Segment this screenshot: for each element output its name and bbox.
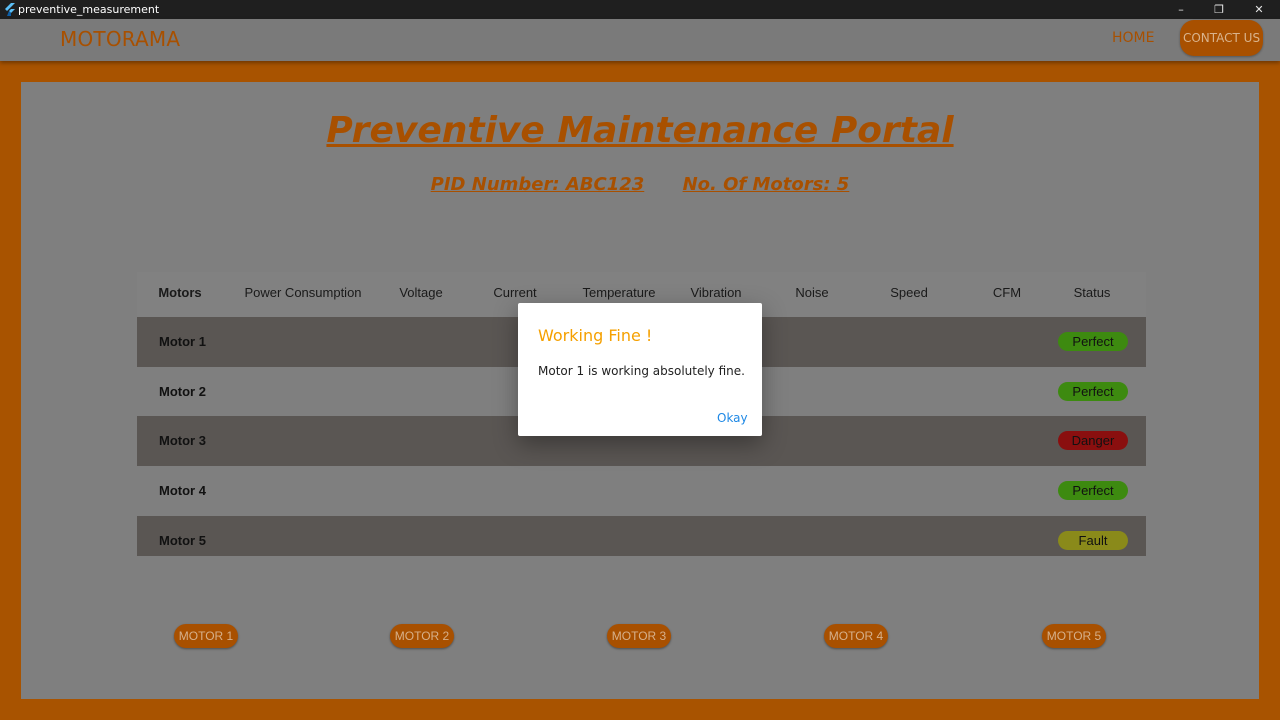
window-title: preventive_measurement — [18, 3, 160, 16]
motor-4-button[interactable]: MOTOR 4 — [824, 624, 888, 648]
motor-1-button[interactable]: MOTOR 1 — [174, 624, 238, 648]
brand-logo-text: MOTORAMA — [60, 27, 181, 51]
close-icon[interactable]: ✕ — [1240, 0, 1278, 19]
motor-name: Motor 1 — [159, 334, 206, 349]
dialog-message: Motor 1 is working absolutely fine. — [538, 364, 745, 378]
okay-button[interactable]: Okay — [717, 411, 748, 425]
table-row[interactable]: Motor 5 Fault — [137, 516, 1146, 556]
dialog-title: Working Fine ! — [538, 326, 653, 345]
motor-5-button[interactable]: MOTOR 5 — [1042, 624, 1106, 648]
header-cfm: CFM — [992, 285, 1022, 300]
status-dialog: Working Fine ! Motor 1 is working absolu… — [518, 303, 762, 436]
motor-name: Motor 2 — [159, 384, 206, 399]
header-speed: Speed — [890, 285, 928, 300]
header-motors: Motors — [158, 285, 202, 300]
status-badge: Perfect — [1058, 332, 1128, 351]
minimize-icon[interactable]: – — [1162, 0, 1200, 19]
motor-name: Motor 5 — [159, 533, 206, 548]
app-bar: MOTORAMA HOME CONTACT US — [0, 19, 1280, 61]
flutter-logo-icon — [5, 3, 15, 16]
nav-home-link[interactable]: HOME — [1112, 30, 1154, 46]
status-badge: Perfect — [1058, 481, 1128, 500]
restore-icon[interactable]: ❐ — [1200, 0, 1238, 19]
window-titlebar: preventive_measurement – ❐ ✕ — [0, 0, 1280, 19]
header-voltage: Voltage — [399, 285, 443, 300]
motor-3-button[interactable]: MOTOR 3 — [607, 624, 671, 648]
status-badge: Fault — [1058, 531, 1128, 550]
header-noise: Noise — [795, 285, 829, 300]
motor-name: Motor 4 — [159, 483, 206, 498]
page-subheading: PID Number: ABC123 No. Of Motors: 5 — [21, 174, 1259, 195]
motor-2-button[interactable]: MOTOR 2 — [390, 624, 454, 648]
pid-number: PID Number: ABC123 — [430, 174, 645, 195]
contact-us-button[interactable]: CONTACT US — [1180, 20, 1263, 56]
header-power-consumption: Power Consumption — [244, 285, 362, 300]
motor-name: Motor 3 — [159, 433, 206, 448]
page-title: Preventive Maintenance Portal — [326, 110, 954, 151]
status-badge: Perfect — [1058, 382, 1128, 401]
table-row[interactable]: Motor 4 Perfect — [137, 466, 1146, 516]
header-status: Status — [1073, 285, 1111, 300]
motor-count: No. Of Motors: 5 — [682, 174, 850, 195]
status-badge: Danger — [1058, 431, 1128, 450]
